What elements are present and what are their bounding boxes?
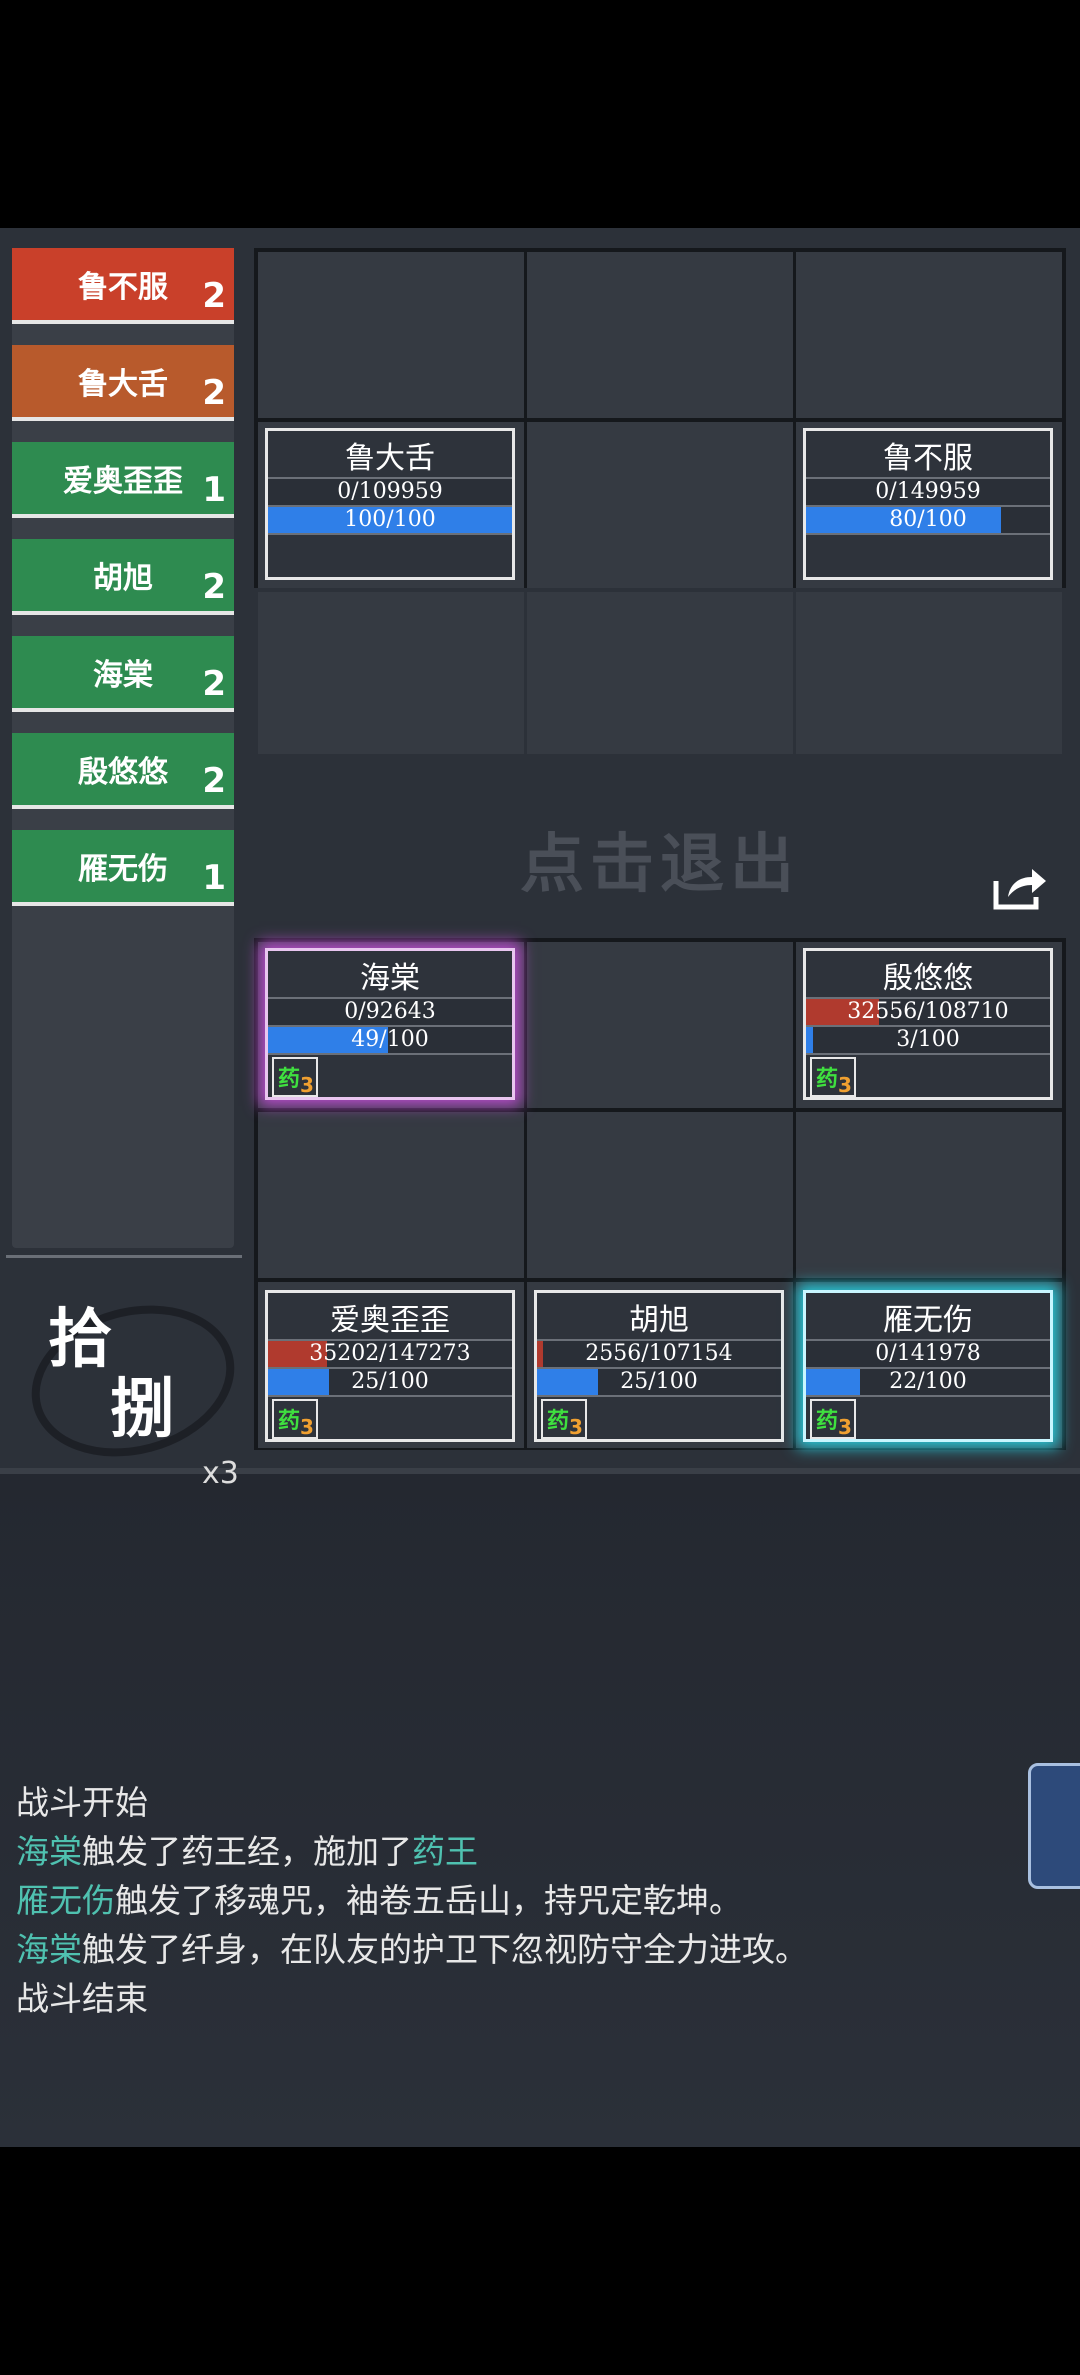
log-line: 雁无伤触发了移魂咒，袖卷五岳山，持咒定乾坤。 — [16, 1881, 742, 1920]
hp-text: 32556/108710 — [847, 999, 1009, 1024]
card-divider — [806, 1053, 1050, 1055]
buff-icon[interactable]: 药3 — [810, 1399, 856, 1439]
energy-bar: 3/100 — [806, 1025, 1050, 1053]
energy-bar: 80/100 — [806, 505, 1050, 533]
grid-cell — [527, 422, 793, 588]
enemy-unit-card[interactable]: 鲁不服 0/149959 80/100 — [803, 428, 1053, 580]
energy-text: 80/100 — [889, 507, 967, 532]
grid-cell — [527, 252, 793, 418]
battle-log: 战斗开始 海棠触发了药王经，施加了药王 雁无伤触发了移魂咒，袖卷五岳山，持咒定乾… — [16, 1778, 808, 2023]
ally-unit-card[interactable]: 海棠 0/92643 49/100 药3 — [265, 948, 515, 1100]
energy-text: 3/100 — [896, 1027, 960, 1052]
enemy-unit-card[interactable]: 鲁大舌 0/109959 100/100 — [265, 428, 515, 580]
grid-cell — [796, 252, 1062, 418]
energy-text: 25/100 — [351, 1369, 429, 1394]
turn-order-sidebar: 鲁不服 2 鲁大舌 2 爱奥歪歪 1 胡旭 2 海棠 2 殷悠悠 2 雁无伤 1 — [12, 248, 234, 1248]
log-line: 海棠触发了药王经，施加了药王 — [16, 1832, 478, 1871]
battle-panel[interactable]: 鲁不服 2 鲁大舌 2 爱奥歪歪 1 胡旭 2 海棠 2 殷悠悠 2 雁无伤 1 拾 捌 x3 — [0, 228, 1080, 1491]
energy-bar: 49/100 — [268, 1025, 512, 1053]
energy-bar: 100/100 — [268, 505, 512, 533]
hp-bar: 32556/108710 — [806, 997, 1050, 1025]
turn-order-item: 胡旭 2 — [12, 539, 234, 615]
card-divider — [806, 533, 1050, 535]
battle-screen: 鲁不服 2 鲁大舌 2 爱奥歪歪 1 胡旭 2 海棠 2 殷悠悠 2 雁无伤 1 拾 捌 x3 — [0, 228, 1080, 2147]
energy-text: 49/100 — [351, 1027, 429, 1052]
divider — [6, 1255, 242, 1258]
card-divider — [806, 1395, 1050, 1397]
energy-text: 22/100 — [889, 1369, 967, 1394]
hp-bar: 0/141978 — [806, 1339, 1050, 1367]
turn-order-item: 鲁大舌 2 — [12, 345, 234, 421]
unit-name: 雁无伤 — [883, 1303, 973, 1338]
hp-bar: 0/109959 — [268, 477, 512, 505]
grid-cell — [527, 942, 793, 1108]
speed-multiplier[interactable]: x3 — [202, 1456, 239, 1491]
energy-text: 100/100 — [344, 507, 436, 532]
energy-bar: 25/100 — [268, 1367, 512, 1395]
grid-cell — [258, 1112, 524, 1278]
turn-order-item: 鲁不服 2 — [12, 248, 234, 324]
hp-bar: 0/92643 — [268, 997, 512, 1025]
hp-text: 0/141978 — [875, 1341, 981, 1366]
log-line: 战斗结束 — [16, 1979, 148, 2018]
grid-cell — [527, 1112, 793, 1278]
grid-cell — [258, 252, 524, 418]
share-icon[interactable] — [990, 863, 1050, 913]
grid-cell — [796, 592, 1062, 754]
unit-name: 殷悠悠 — [883, 961, 973, 996]
hp-text: 2556/107154 — [585, 1341, 733, 1366]
turn-order-item: 爱奥歪歪 1 — [12, 442, 234, 518]
card-divider — [268, 533, 512, 535]
side-menu-button[interactable] — [1028, 1763, 1080, 1889]
ally-unit-card[interactable]: 胡旭 2556/107154 25/100 药3 — [534, 1290, 784, 1442]
turn-order-item: 殷悠悠 2 — [12, 733, 234, 809]
card-divider — [268, 1053, 512, 1055]
hp-text: 0/149959 — [875, 479, 981, 504]
ally-unit-card[interactable]: 爱奥歪歪 35202/147273 25/100 药3 — [265, 1290, 515, 1442]
hp-text: 0/92643 — [344, 999, 436, 1024]
log-line: 战斗开始 — [16, 1783, 148, 1822]
buff-icon[interactable]: 药3 — [272, 1399, 318, 1439]
hp-text: 35202/147273 — [309, 1341, 471, 1366]
unit-name: 鲁大舌 — [345, 441, 435, 476]
unit-name: 海棠 — [360, 961, 420, 996]
turn-order-item: 雁无伤 1 — [12, 830, 234, 906]
log-line: 海棠触发了纤身，在队友的护卫下忽视防守全力进攻。 — [16, 1930, 808, 1969]
card-divider — [268, 1395, 512, 1397]
turn-order-item: 海棠 2 — [12, 636, 234, 712]
unit-name: 爱奥歪歪 — [330, 1303, 450, 1338]
ally-unit-card[interactable]: 雁无伤 0/141978 22/100 药3 — [803, 1290, 1053, 1442]
hp-text: 0/109959 — [337, 479, 443, 504]
hp-bar: 35202/147273 — [268, 1339, 512, 1367]
hp-bar: 0/149959 — [806, 477, 1050, 505]
energy-text: 25/100 — [620, 1369, 698, 1394]
energy-bar: 25/100 — [537, 1367, 781, 1395]
round-char-2: 捌 — [110, 1372, 174, 1447]
card-divider — [537, 1395, 781, 1397]
energy-bar: 22/100 — [806, 1367, 1050, 1395]
tap-to-exit-text[interactable]: 点击退出 — [520, 813, 800, 905]
round-char-1: 拾 — [48, 1302, 112, 1377]
buff-icon[interactable]: 药3 — [810, 1057, 856, 1097]
buff-icon[interactable]: 药3 — [272, 1057, 318, 1097]
buff-icon[interactable]: 药3 — [541, 1399, 587, 1439]
hp-bar: 2556/107154 — [537, 1339, 781, 1367]
grid-cell — [258, 592, 524, 754]
grid-cell — [796, 1112, 1062, 1278]
unit-name: 胡旭 — [629, 1303, 689, 1338]
grid-cell — [527, 592, 793, 754]
round-indicator: 拾 捌 x3 — [14, 1278, 252, 1491]
ally-unit-card[interactable]: 殷悠悠 32556/108710 3/100 药3 — [803, 948, 1053, 1100]
unit-name: 鲁不服 — [883, 441, 973, 476]
